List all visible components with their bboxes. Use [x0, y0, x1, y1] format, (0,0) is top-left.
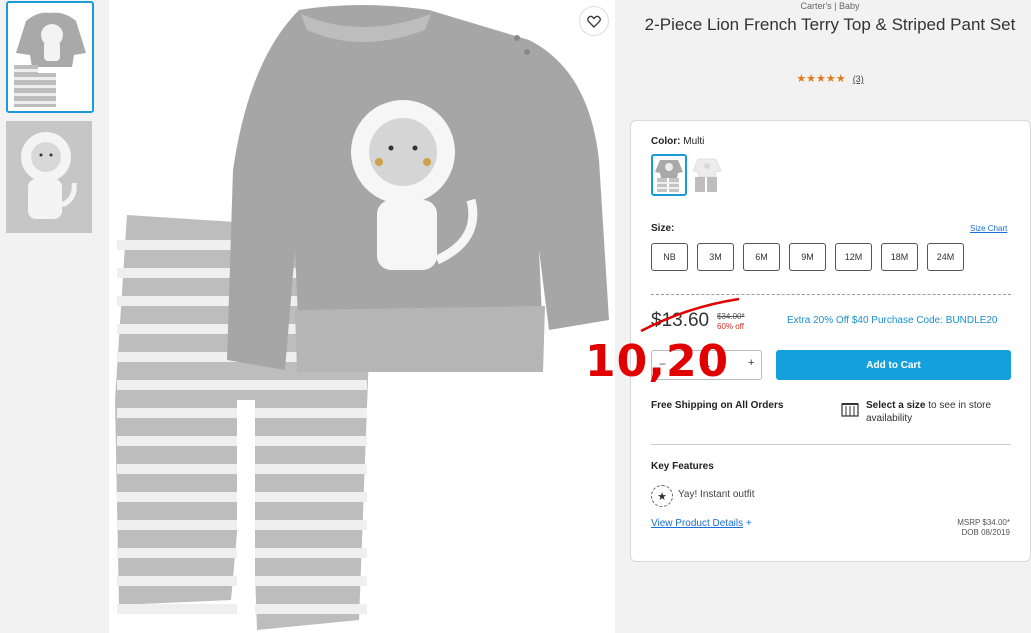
- expand-plus-icon[interactable]: +: [746, 518, 752, 529]
- discount-percent: 60% off: [717, 322, 744, 331]
- store-availability-text: Select a size to see in store availabili…: [866, 399, 1016, 425]
- size-option-6m[interactable]: 6M: [743, 243, 780, 271]
- star-badge-icon: ★: [651, 485, 673, 507]
- size-label: Size:: [651, 223, 675, 234]
- size-option-24m[interactable]: 24M: [927, 243, 964, 271]
- view-product-details-link[interactable]: View Product Details: [651, 518, 743, 529]
- rating[interactable]: ★★★★★ (3): [630, 72, 1030, 85]
- color-value: Multi: [683, 136, 705, 147]
- purchase-card: Color: Multi Size: Size Chart NB 3M 6M 9: [585, 120, 1031, 562]
- view-product-details[interactable]: View Product Details +: [651, 518, 752, 529]
- color-swatch-grey[interactable]: [651, 154, 687, 196]
- dob-date: DOB 08/2019: [961, 528, 1010, 537]
- color-label: Color: Multi: [651, 136, 704, 147]
- store-availability-bold: Select a size: [866, 400, 926, 411]
- thumbnail-lion-closeup[interactable]: [6, 121, 92, 233]
- free-shipping-text: Free Shipping on All Orders: [651, 400, 784, 411]
- msrp-info: MSRP $34.00* DOB 08/2019: [957, 518, 1010, 538]
- thumbnail-strip: [0, 0, 100, 633]
- star-rating-icon: ★★★★★: [796, 73, 846, 85]
- brand-breadcrumb[interactable]: Carter's | Baby: [630, 1, 1030, 11]
- color-swatch-white[interactable]: [689, 154, 725, 196]
- size-chart-link[interactable]: Size Chart: [970, 224, 1007, 233]
- heart-icon: [587, 15, 601, 28]
- size-option-18m[interactable]: 18M: [881, 243, 918, 271]
- section-divider: [651, 444, 1011, 445]
- product-title: 2-Piece Lion French Terry Top & Striped …: [644, 15, 1016, 34]
- main-product-image: [109, 0, 615, 633]
- store-icon: [841, 403, 859, 417]
- size-option-nb[interactable]: NB: [651, 243, 688, 271]
- size-option-12m[interactable]: 12M: [835, 243, 872, 271]
- handwritten-price-note: 10,20: [585, 336, 730, 387]
- review-count-link[interactable]: (3): [853, 74, 864, 84]
- original-price: $34.00*: [717, 312, 745, 321]
- promo-code-text: Extra 20% Off $40 Purchase Code: BUNDLE2…: [787, 315, 998, 326]
- key-features-heading: Key Features: [651, 461, 714, 472]
- add-to-cart-button[interactable]: Add to Cart: [776, 350, 1011, 380]
- lion-sweatshirt-illustration: [227, 5, 609, 372]
- product-page: Carter's | Baby 2-Piece Lion French Terr…: [0, 0, 1031, 633]
- msrp-price: MSRP $34.00*: [957, 518, 1010, 527]
- quantity-increase-button[interactable]: +: [748, 357, 754, 369]
- favorite-heart-button[interactable]: [579, 6, 609, 36]
- size-option-3m[interactable]: 3M: [697, 243, 734, 271]
- thumbnail-outfit[interactable]: [6, 1, 94, 113]
- size-option-9m[interactable]: 9M: [789, 243, 826, 271]
- size-options: NB 3M 6M 9M 12M 18M 24M: [651, 243, 964, 271]
- key-feature-item: Yay! Instant outfit: [678, 489, 755, 500]
- color-label-text: Color:: [651, 136, 681, 147]
